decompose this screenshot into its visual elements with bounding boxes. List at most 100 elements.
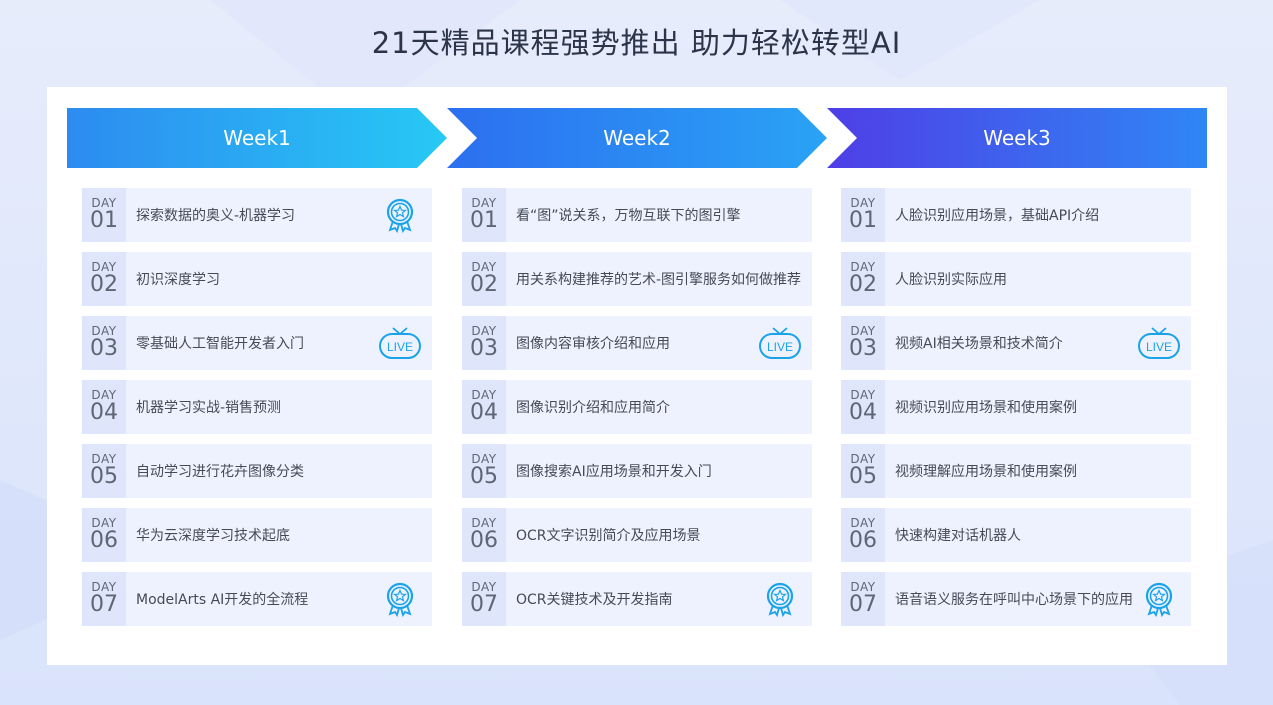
lesson-title: OCR关键技术及开发指南 [516, 592, 673, 608]
week-label: Week2 [603, 126, 671, 150]
week-1-column: DAY 01 探索数据的奥义-机器学习 DAY 02 初识深度学习 DAY 03… [82, 188, 432, 636]
day-row-3-1[interactable]: DAY 01 人脸识别应用场景，基础API介绍 [841, 188, 1191, 242]
day-badge: DAY 05 [841, 444, 885, 498]
day-badge: DAY 06 [462, 508, 506, 562]
lesson-title: 视频AI相关场景和技术简介 [895, 336, 1063, 352]
day-badge: DAY 01 [462, 188, 506, 242]
week-label: Week1 [223, 126, 291, 150]
day-row-3-7[interactable]: DAY 07 语音语义服务在呼叫中心场景下的应用 [841, 572, 1191, 626]
curriculum-card: Week1 Week2 Week3 DAY 01 探索数据的奥义-机器学习 DA… [47, 87, 1227, 665]
day-badge: DAY 02 [82, 252, 126, 306]
lesson-title: 机器学习实战-销售预测 [136, 400, 282, 416]
lesson-title: 用关系构建推荐的艺术-图引擎服务如何做推荐 [516, 272, 802, 288]
day-badge: DAY 04 [462, 380, 506, 434]
day-badge: DAY 05 [462, 444, 506, 498]
day-number: 02 [849, 272, 877, 297]
day-row-2-7[interactable]: DAY 07 OCR关键技术及开发指南 [462, 572, 812, 626]
day-badge: DAY 01 [82, 188, 126, 242]
day-number: 01 [90, 208, 118, 233]
day-row-2-4[interactable]: DAY 04 图像识别介绍和应用简介 [462, 380, 812, 434]
week-3-column: DAY 01 人脸识别应用场景，基础API介绍 DAY 02 人脸识别实际应用 … [841, 188, 1191, 636]
day-row-3-4[interactable]: DAY 04 视频识别应用场景和使用案例 [841, 380, 1191, 434]
day-badge: DAY 05 [82, 444, 126, 498]
day-number: 01 [470, 208, 498, 233]
week-1-header[interactable]: Week1 [67, 108, 447, 168]
lesson-title: 零基础人工智能开发者入门 [136, 336, 304, 352]
day-row-1-1[interactable]: DAY 01 探索数据的奥义-机器学习 [82, 188, 432, 242]
day-row-2-3[interactable]: DAY 03 图像内容审核介绍和应用 LIVE [462, 316, 812, 370]
day-badge: DAY 04 [82, 380, 126, 434]
day-row-1-6[interactable]: DAY 06 华为云深度学习技术起底 [82, 508, 432, 562]
day-number: 03 [470, 336, 498, 361]
day-badge: DAY 03 [82, 316, 126, 370]
badge-icon [386, 198, 414, 233]
week-2-header[interactable]: Week2 [447, 108, 827, 168]
lesson-title: OCR文字识别简介及应用场景 [516, 528, 701, 544]
day-row-1-7[interactable]: DAY 07 ModelArts AI开发的全流程 [82, 572, 432, 626]
day-number: 03 [90, 336, 118, 361]
lesson-title: 自动学习进行花卉图像分类 [136, 464, 304, 480]
lesson-title: 视频理解应用场景和使用案例 [895, 464, 1077, 480]
day-row-3-6[interactable]: DAY 06 快速构建对话机器人 [841, 508, 1191, 562]
lesson-title: 看“图”说关系，万物互联下的图引擎 [516, 208, 741, 224]
day-row-3-5[interactable]: DAY 05 视频理解应用场景和使用案例 [841, 444, 1191, 498]
day-number: 01 [849, 208, 877, 233]
badge-icon [766, 582, 794, 617]
lesson-title: 初识深度学习 [136, 272, 220, 288]
lesson-title: 图像搜索AI应用场景和开发入门 [516, 464, 712, 480]
day-row-3-2[interactable]: DAY 02 人脸识别实际应用 [841, 252, 1191, 306]
day-number: 02 [470, 272, 498, 297]
lesson-title: ModelArts AI开发的全流程 [136, 592, 309, 608]
lesson-title: 快速构建对话机器人 [895, 528, 1021, 544]
day-row-2-6[interactable]: DAY 06 OCR文字识别简介及应用场景 [462, 508, 812, 562]
day-number: 04 [470, 400, 498, 425]
lesson-title: 图像识别介绍和应用简介 [516, 400, 670, 416]
day-number: 05 [849, 464, 877, 489]
live-text: LIVE [387, 340, 413, 354]
page-title: 21天精品课程强势推出 助力轻松转型AI [371, 26, 902, 60]
badge-icon [386, 582, 414, 617]
live-text: LIVE [767, 340, 793, 354]
day-row-1-3[interactable]: DAY 03 零基础人工智能开发者入门 LIVE [82, 316, 432, 370]
day-number: 05 [470, 464, 498, 489]
day-number: 04 [849, 400, 877, 425]
day-row-2-1[interactable]: DAY 01 看“图”说关系，万物互联下的图引擎 [462, 188, 812, 242]
day-row-1-5[interactable]: DAY 05 自动学习进行花卉图像分类 [82, 444, 432, 498]
day-badge: DAY 07 [462, 572, 506, 626]
day-badge: DAY 07 [82, 572, 126, 626]
day-row-2-2[interactable]: DAY 02 用关系构建推荐的艺术-图引擎服务如何做推荐 [462, 252, 812, 306]
week-3-header[interactable]: Week3 [827, 108, 1207, 168]
day-number: 07 [849, 592, 877, 617]
day-badge: DAY 02 [841, 252, 885, 306]
day-badge: DAY 04 [841, 380, 885, 434]
lesson-title: 视频识别应用场景和使用案例 [895, 400, 1077, 416]
lesson-title: 人脸识别应用场景，基础API介绍 [895, 208, 1100, 224]
day-row-1-4[interactable]: DAY 04 机器学习实战-销售预测 [82, 380, 432, 434]
lesson-title: 语音语义服务在呼叫中心场景下的应用 [895, 592, 1133, 608]
day-badge: DAY 03 [462, 316, 506, 370]
day-number: 07 [90, 592, 118, 617]
live-icon: LIVE [1138, 327, 1180, 359]
live-icon: LIVE [759, 327, 801, 359]
day-row-2-5[interactable]: DAY 05 图像搜索AI应用场景和开发入门 [462, 444, 812, 498]
lesson-title: 华为云深度学习技术起底 [136, 528, 290, 544]
day-number: 05 [90, 464, 118, 489]
day-badge: DAY 02 [462, 252, 506, 306]
day-badge: DAY 07 [841, 572, 885, 626]
day-row-3-3[interactable]: DAY 03 视频AI相关场景和技术简介 LIVE [841, 316, 1191, 370]
week-label: Week3 [983, 126, 1051, 150]
lesson-title: 图像内容审核介绍和应用 [516, 336, 670, 352]
day-number: 06 [849, 528, 877, 553]
day-row-1-2[interactable]: DAY 02 初识深度学习 [82, 252, 432, 306]
week-2-column: DAY 01 看“图”说关系，万物互联下的图引擎 DAY 02 用关系构建推荐的… [462, 188, 812, 636]
day-number: 06 [90, 528, 118, 553]
live-icon: LIVE [379, 327, 421, 359]
lesson-title: 探索数据的奥义-机器学习 [136, 208, 296, 224]
day-badge: DAY 03 [841, 316, 885, 370]
live-text: LIVE [1146, 340, 1172, 354]
day-number: 02 [90, 272, 118, 297]
day-badge: DAY 06 [841, 508, 885, 562]
day-number: 07 [470, 592, 498, 617]
lesson-title: 人脸识别实际应用 [895, 272, 1007, 288]
badge-icon [1145, 582, 1173, 617]
